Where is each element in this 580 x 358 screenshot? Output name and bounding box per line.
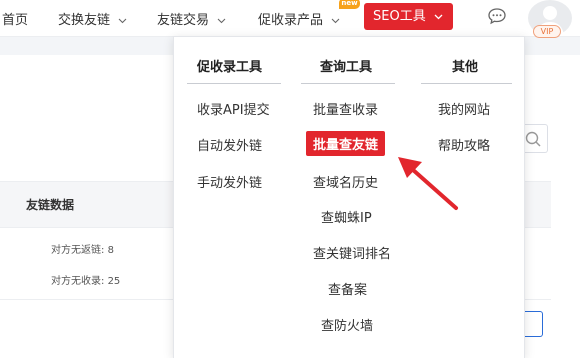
column-header-link-data: 友链数据 bbox=[26, 198, 75, 212]
menu-item-batch-index-check[interactable]: 批量查收录 bbox=[313, 99, 378, 118]
search-icon bbox=[525, 131, 541, 147]
column-title-other: 其他 bbox=[452, 60, 479, 75]
not-indexed-value: 25 bbox=[107, 276, 121, 287]
menu-item-spider-ip[interactable]: 查蜘蛛IP bbox=[321, 207, 372, 226]
column-title-query-tools: 查询工具 bbox=[320, 60, 373, 75]
top-nav-bar: 首页 交换友链 友链交易 促收录产品 new SEO工具 VIP bbox=[0, 0, 580, 38]
menu-item-manual-backlinks[interactable]: 手动发外链 bbox=[197, 172, 262, 191]
nav-products-label: 促收录产品 bbox=[258, 13, 324, 28]
column-divider bbox=[301, 83, 395, 84]
nav-trade-label: 友链交易 bbox=[157, 13, 210, 28]
seo-tools-label: SEO工具 bbox=[373, 9, 426, 24]
seo-tools-dropdown bbox=[173, 36, 525, 358]
menu-item-icp-record[interactable]: 查备案 bbox=[328, 279, 367, 298]
not-indexed-count: 对方无收录: 25 bbox=[51, 276, 121, 287]
menu-item-my-websites[interactable]: 我的网站 bbox=[438, 99, 490, 118]
new-badge: new bbox=[339, 0, 360, 9]
menu-item-domain-history[interactable]: 查域名历史 bbox=[313, 172, 378, 191]
no-backlink-label: 对方无返链 bbox=[51, 245, 101, 256]
no-backlink-count: 对方无返链: 8 bbox=[51, 245, 114, 256]
chevron-down-icon bbox=[217, 18, 226, 23]
chevron-down-icon bbox=[118, 18, 127, 23]
menu-item-auto-backlinks[interactable]: 自动发外链 bbox=[197, 135, 262, 154]
vip-badge: VIP bbox=[533, 25, 561, 38]
red-arrow-icon bbox=[398, 157, 458, 210]
menu-item-batch-link-check[interactable]: 批量查友链 bbox=[306, 131, 386, 156]
message-icon[interactable] bbox=[487, 7, 507, 25]
nav-link-trade[interactable]: 友链交易 bbox=[157, 9, 226, 28]
column-title-indexing-tools: 促收录工具 bbox=[197, 60, 263, 75]
nav-home[interactable]: 首页 bbox=[2, 9, 28, 28]
menu-item-index-api-submit[interactable]: 收录API提交 bbox=[197, 99, 270, 118]
no-backlink-value: 8 bbox=[107, 245, 114, 256]
chevron-down-icon bbox=[434, 14, 443, 19]
menu-item-firewall-check[interactable]: 查防火墙 bbox=[321, 315, 373, 334]
column-divider bbox=[187, 83, 281, 84]
nav-exchange-links[interactable]: 交换友链 bbox=[58, 9, 127, 28]
not-indexed-label: 对方无收录 bbox=[51, 276, 101, 287]
nav-exchange-label: 交换友链 bbox=[58, 13, 111, 28]
nav-products[interactable]: 促收录产品 bbox=[258, 9, 340, 28]
chevron-down-icon bbox=[331, 18, 340, 23]
menu-item-keyword-ranking[interactable]: 查关键词排名 bbox=[313, 243, 391, 262]
seo-tools-button[interactable]: SEO工具 bbox=[364, 3, 453, 30]
column-divider bbox=[421, 83, 512, 84]
